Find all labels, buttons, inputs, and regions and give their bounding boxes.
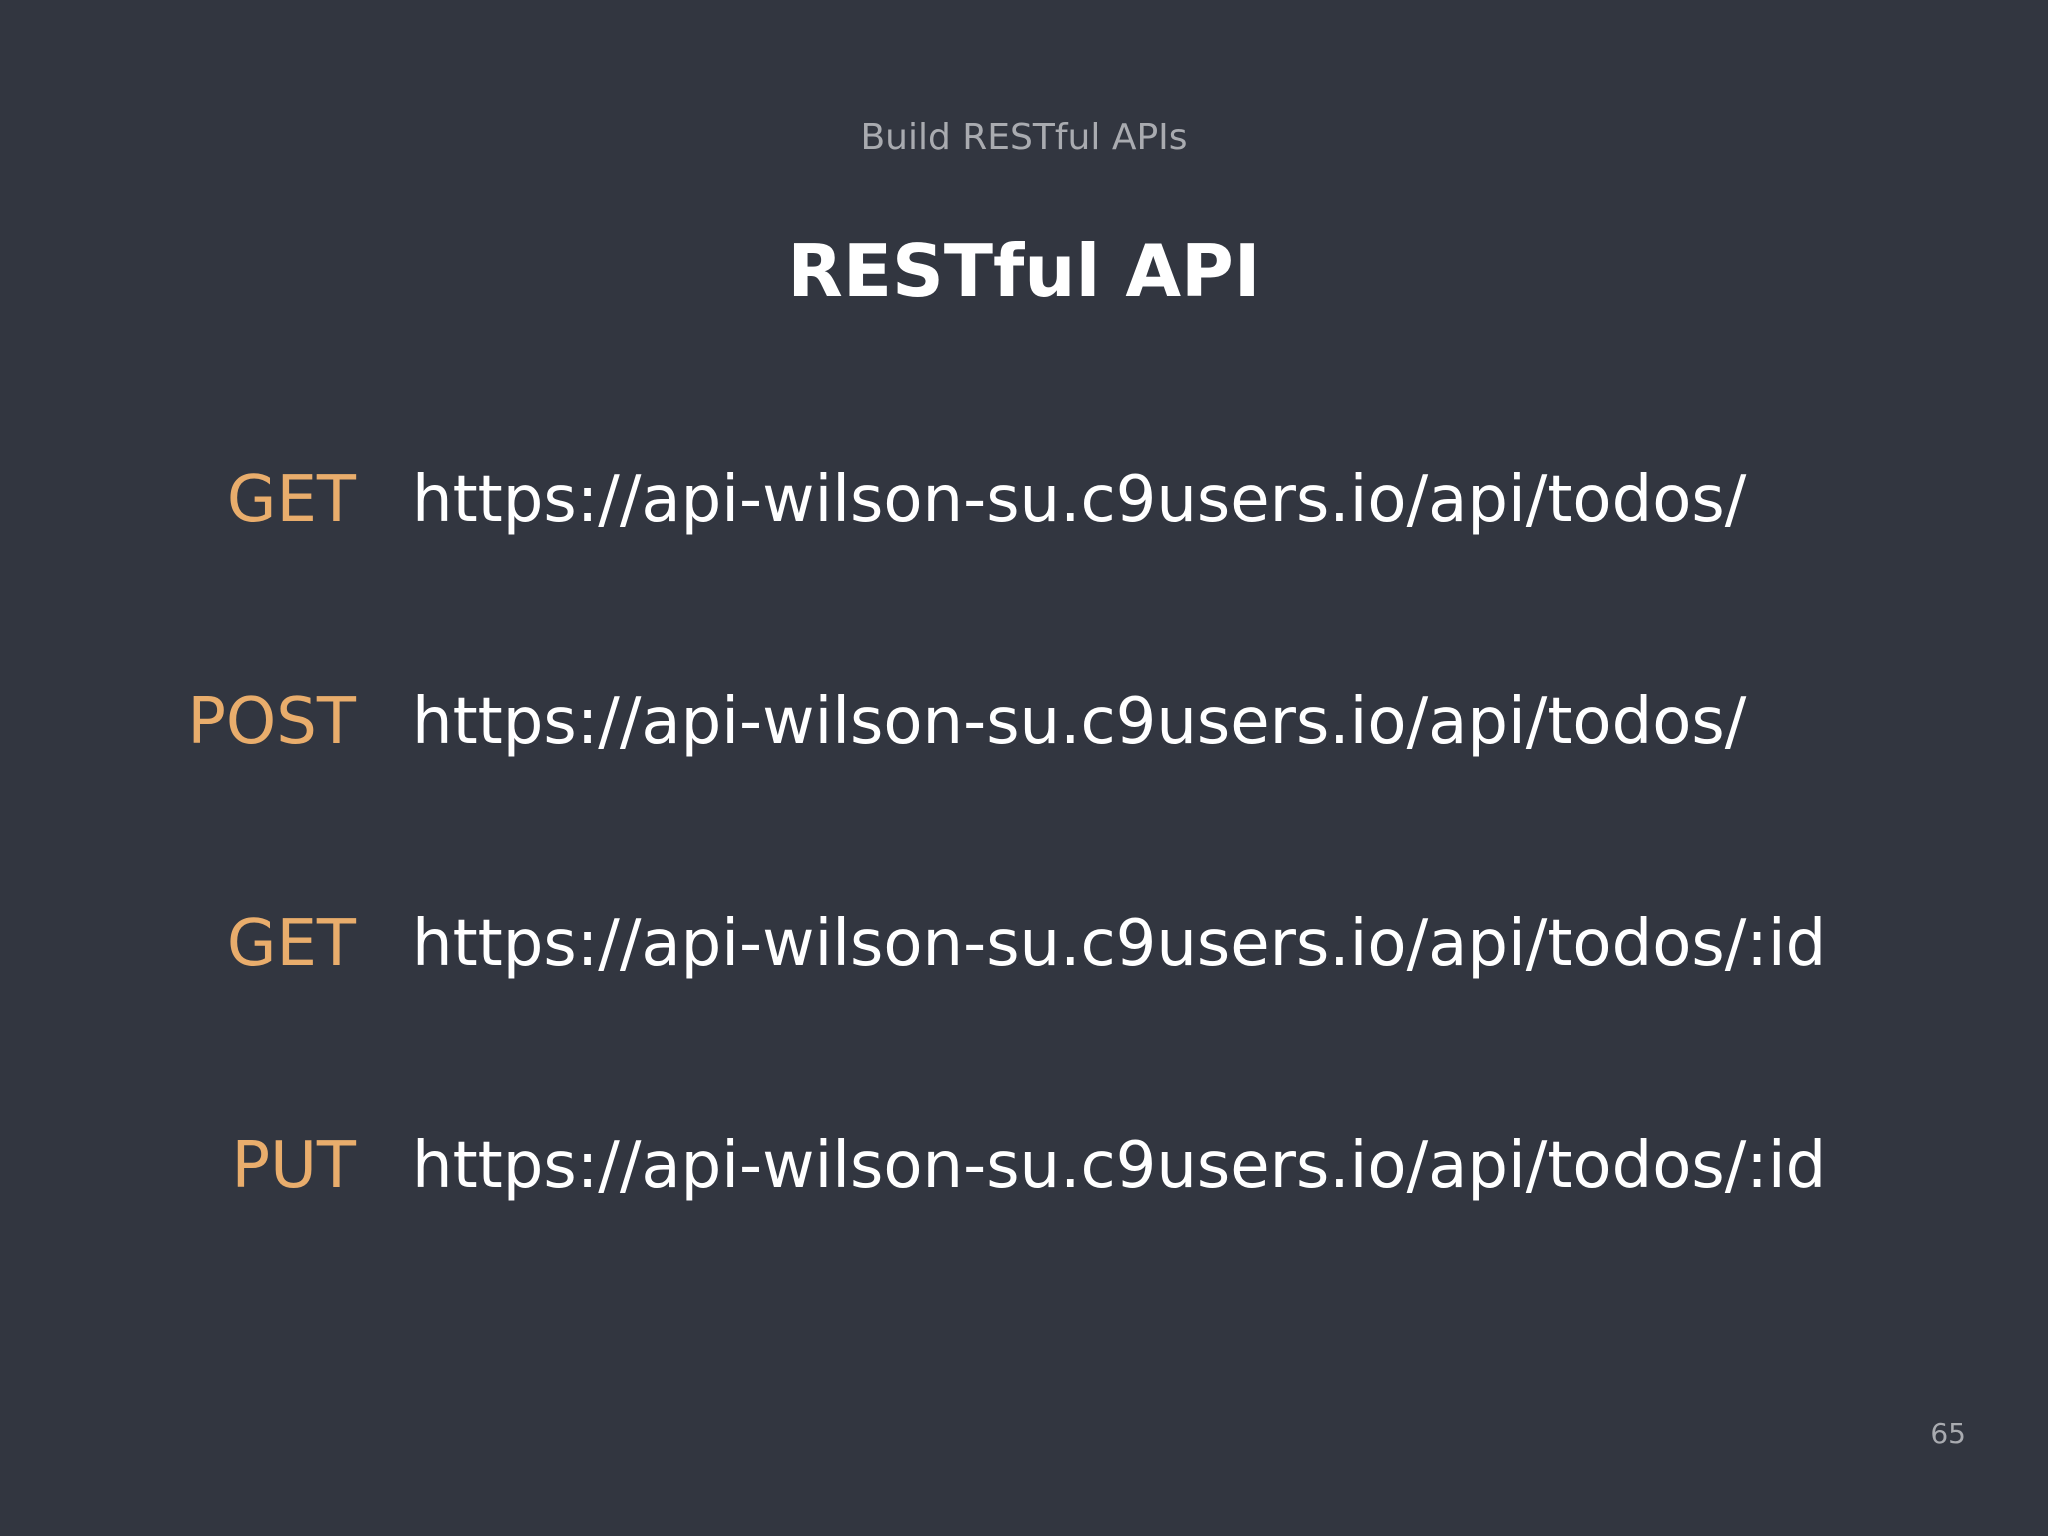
http-method: GET	[226, 463, 356, 537]
route-list: GET https://api-wilson-su.c9users.io/api…	[0, 0, 2048, 1536]
route-row-get-todos: GET https://api-wilson-su.c9users.io/api…	[0, 456, 2048, 544]
endpoint-url: https://api-wilson-su.c9users.io/api/tod…	[412, 463, 1747, 537]
route-row-put-todo-by-id: PUT https://api-wilson-su.c9users.io/api…	[0, 1122, 2048, 1210]
route-row-get-todo-by-id: GET https://api-wilson-su.c9users.io/api…	[0, 900, 2048, 988]
page-number: 65	[1930, 1417, 1966, 1450]
slide: Build RESTful APIs RESTful API GET https…	[0, 0, 2048, 1536]
http-method: PUT	[231, 1129, 356, 1203]
route-row-post-todos: POST https://api-wilson-su.c9users.io/ap…	[0, 678, 2048, 766]
http-method: GET	[226, 907, 356, 981]
endpoint-url: https://api-wilson-su.c9users.io/api/tod…	[412, 907, 1827, 981]
http-method: POST	[187, 685, 356, 759]
endpoint-url: https://api-wilson-su.c9users.io/api/tod…	[412, 1129, 1827, 1203]
endpoint-url: https://api-wilson-su.c9users.io/api/tod…	[412, 685, 1747, 759]
